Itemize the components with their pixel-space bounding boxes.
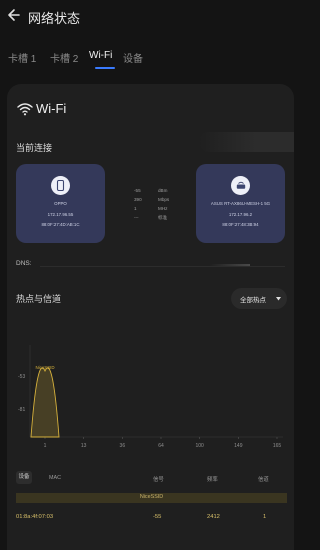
y-tick-label: -53 bbox=[18, 374, 25, 380]
faded-overlay bbox=[199, 132, 294, 152]
hotspot-table-header: 设备 MAC 信号 频率 信道 bbox=[16, 471, 287, 485]
channel-chart: -53 -81 1 13 36 64 100 149 165 NiceSSID bbox=[18, 345, 283, 449]
tab-devices[interactable]: 设备 bbox=[123, 50, 143, 65]
router-icon bbox=[231, 176, 250, 195]
x-tick-label: 165 bbox=[273, 443, 282, 449]
dns-label: DNS: bbox=[16, 260, 32, 267]
card-title: Wi-Fi bbox=[36, 101, 67, 116]
tab-wifi[interactable]: Wi-Fi bbox=[89, 50, 112, 61]
phone-icon bbox=[51, 176, 70, 195]
column-header-mac[interactable]: MAC bbox=[49, 475, 61, 481]
row-frequency: 2412 bbox=[207, 514, 220, 520]
x-tick-label: 149 bbox=[234, 443, 243, 449]
tab-sim-slot-1[interactable]: 卡槽 1 bbox=[8, 50, 36, 65]
link-stat-signal: -55 dBm bbox=[134, 188, 168, 193]
link-stat-bandwidth: 1 MHz bbox=[134, 206, 168, 211]
x-tick-label: 36 bbox=[120, 443, 126, 449]
client-device-mac: 88:0F:27:4D:AB:1C bbox=[41, 222, 80, 227]
router-device-box[interactable]: ASUS RT-AX86U-MESH-1 5G 172.17.96.2 88:0… bbox=[196, 164, 285, 243]
table-row[interactable]: 01:8a:4f:07:03 -55 2412 1 bbox=[16, 512, 287, 524]
x-tick-label: 64 bbox=[158, 443, 164, 449]
x-tick-label: 100 bbox=[195, 443, 204, 449]
top-bar: 网络状态 bbox=[0, 0, 300, 34]
row-signal: -55 bbox=[153, 514, 162, 520]
column-header-device[interactable]: 设备 bbox=[16, 471, 32, 484]
caret-down-icon bbox=[276, 297, 281, 301]
ssid-group-header[interactable]: NiceSSID bbox=[16, 493, 287, 503]
link-stat-standard: --- 标准 bbox=[134, 215, 168, 220]
x-tick-label: 1 bbox=[44, 443, 47, 449]
dns-value-fade bbox=[210, 264, 250, 266]
hotspot-filter-label: 全部热点 bbox=[240, 297, 266, 304]
hotspot-channel-heading: 热点与信道 bbox=[16, 294, 62, 304]
wifi-card: Wi-Fi 当前连接 OPPO 172.17.96.55 88:0F:27:4D… bbox=[7, 84, 294, 550]
current-connection-heading: 当前连接 bbox=[16, 143, 53, 153]
series-label: NiceSSID bbox=[35, 365, 54, 370]
tab-sim-slot-2[interactable]: 卡槽 2 bbox=[50, 50, 78, 65]
row-channel: 1 bbox=[263, 514, 267, 520]
client-device-name: OPPO bbox=[54, 201, 67, 206]
router-name: ASUS RT-AX86U-MESH-1 5G bbox=[210, 201, 271, 206]
ssid-group-label: NiceSSID bbox=[139, 494, 164, 500]
row-mac: 01:8a:4f:07:03 bbox=[16, 514, 54, 520]
hotspot-filter-dropdown[interactable]: 全部热点 bbox=[231, 288, 287, 309]
signal-curve[interactable] bbox=[30, 367, 60, 438]
link-stat-rate: 390 Mbps bbox=[134, 197, 170, 202]
router-ip: 172.17.96.2 bbox=[228, 212, 253, 217]
dns-divider bbox=[40, 266, 285, 267]
back-arrow-icon[interactable] bbox=[7, 7, 21, 23]
column-header-frequency[interactable]: 频率 bbox=[207, 475, 218, 483]
client-device-ip: 172.17.96.55 bbox=[47, 212, 74, 217]
column-header-channel[interactable]: 信道 bbox=[258, 475, 269, 483]
x-tick-label: 13 bbox=[81, 443, 87, 449]
column-header-signal[interactable]: 信号 bbox=[153, 475, 164, 483]
active-tab-indicator bbox=[95, 67, 115, 69]
y-tick-label: -81 bbox=[18, 407, 25, 413]
wifi-icon bbox=[17, 103, 33, 116]
client-device-box[interactable]: OPPO 172.17.96.55 88:0F:27:4D:AB:1C bbox=[16, 164, 105, 243]
page-title: 网络状态 bbox=[28, 11, 81, 26]
router-mac: 88:0F:27:48:3B:94 bbox=[222, 222, 259, 227]
